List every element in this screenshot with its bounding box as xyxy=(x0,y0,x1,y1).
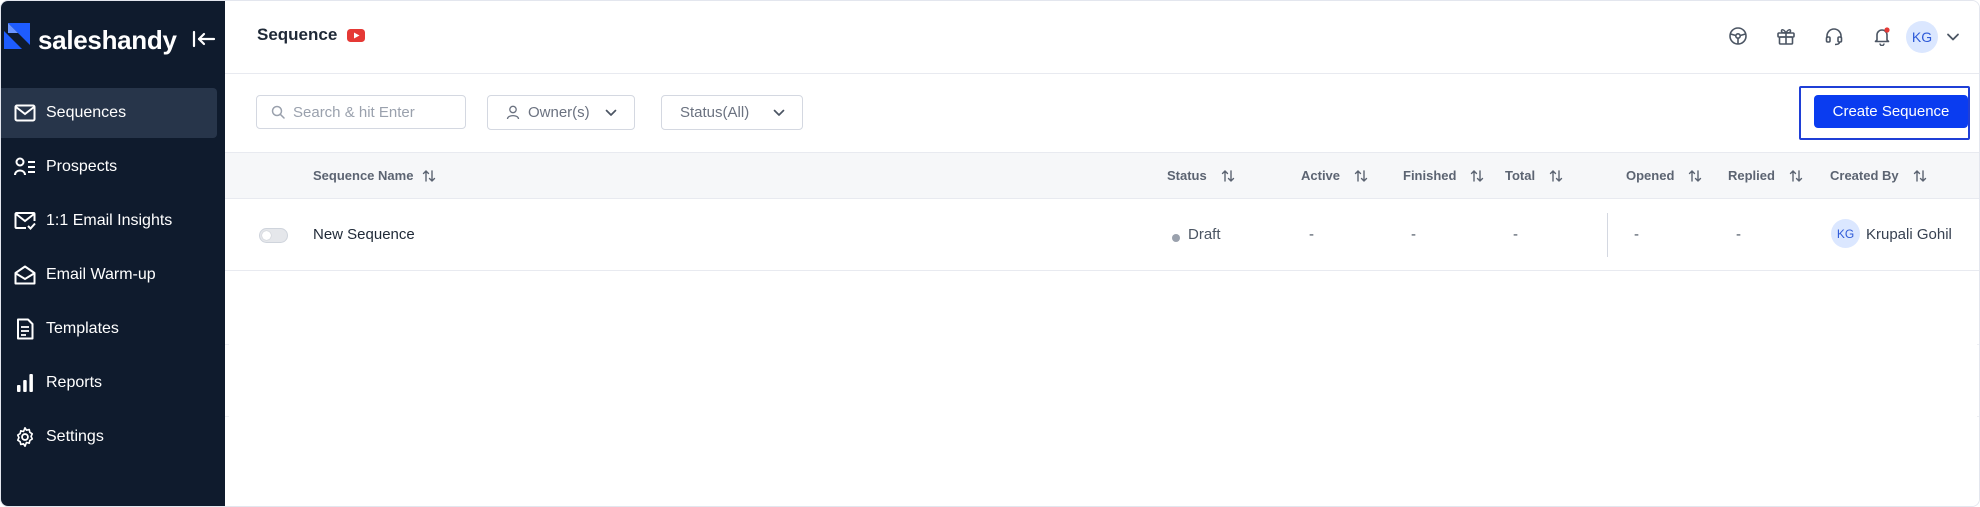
column-divider xyxy=(1607,213,1608,257)
table-header: Sequence Name Status Active Finished Tot… xyxy=(225,152,1979,199)
search-box[interactable] xyxy=(256,95,466,129)
toggle-knob xyxy=(262,231,271,240)
created-by-name: Krupali Gohil xyxy=(1866,226,1952,243)
create-sequence-button[interactable]: Create Sequence xyxy=(1814,95,1968,128)
mail-open-icon xyxy=(13,263,37,287)
mail-icon xyxy=(13,101,37,125)
column-header-replied[interactable]: Replied xyxy=(1728,168,1803,183)
sidebar-item-label: Prospects xyxy=(46,158,118,175)
column-header-active[interactable]: Active xyxy=(1301,168,1368,183)
sort-icon xyxy=(423,169,436,182)
replied-count: - xyxy=(1736,226,1741,243)
sort-icon xyxy=(1789,169,1803,182)
headset-icon[interactable] xyxy=(1821,23,1847,49)
status-filter-dropdown[interactable]: Status(All) xyxy=(661,95,803,130)
chevron-down-icon[interactable] xyxy=(1945,29,1961,45)
chevron-down-icon xyxy=(605,109,617,116)
document-icon xyxy=(13,317,37,341)
youtube-icon[interactable] xyxy=(347,29,365,42)
sidebar-item-label: Reports xyxy=(46,374,103,391)
sidebar-item-label: Templates xyxy=(46,320,119,337)
status-filter-label: Status(All) xyxy=(680,104,750,121)
column-header-label: Status xyxy=(1167,168,1207,183)
column-header-created-by[interactable]: Created By xyxy=(1830,168,1927,183)
active-count: - xyxy=(1309,226,1314,243)
top-bar: Sequence KG xyxy=(225,1,1979,74)
mail-check-icon xyxy=(13,209,37,233)
opened-count: - xyxy=(1634,226,1639,243)
sidebar-item-sequences[interactable]: Sequences xyxy=(1,88,217,138)
column-header-total[interactable]: Total xyxy=(1505,168,1563,183)
sidebar-item-email-warmup[interactable]: Email Warm-up xyxy=(1,250,217,300)
owner-avatar: KG xyxy=(1831,219,1860,248)
owner-filter-label: Owner(s) xyxy=(528,104,590,121)
sidebar-item-label: Settings xyxy=(46,428,104,445)
brand-name: saleshandy xyxy=(38,25,177,55)
filter-bar: Owner(s) Status(All) Create Sequence xyxy=(225,74,1979,152)
search-icon xyxy=(271,105,285,119)
sequence-active-toggle[interactable] xyxy=(259,228,288,243)
app-window: saleshandy Sequences Prospects 1:1 Email… xyxy=(0,0,1980,507)
page-title: Sequence xyxy=(257,25,338,44)
column-header-label: Finished xyxy=(1403,168,1457,183)
total-count: - xyxy=(1513,226,1518,243)
gear-icon xyxy=(13,425,37,449)
column-header-label: Total xyxy=(1505,168,1536,183)
sequence-name[interactable]: New Sequence xyxy=(313,226,415,243)
sort-icon xyxy=(1689,169,1702,182)
brand: saleshandy xyxy=(1,1,225,79)
column-header-sequence-name[interactable]: Sequence Name xyxy=(313,168,436,183)
chevron-down-icon xyxy=(773,109,785,116)
user-icon xyxy=(506,105,520,120)
sort-icon xyxy=(1549,169,1563,182)
column-header-label: Opened xyxy=(1626,168,1675,183)
sort-icon xyxy=(1354,169,1368,182)
collapse-left-icon[interactable] xyxy=(191,27,217,51)
bar-chart-icon xyxy=(13,371,37,395)
divider xyxy=(225,344,229,345)
sidebar-nav: Sequences Prospects 1:1 Email Insights E… xyxy=(1,88,225,466)
sort-icon xyxy=(1471,169,1484,182)
table-row[interactable]: New Sequence Draft - - - - - KG Krupali … xyxy=(225,199,1979,271)
sidebar-item-templates[interactable]: Templates xyxy=(1,304,217,354)
bell-icon[interactable] xyxy=(1869,23,1895,49)
column-header-finished[interactable]: Finished xyxy=(1403,168,1484,183)
user-avatar[interactable]: KG xyxy=(1906,21,1938,53)
main-content: Sequence KG Search & hit Enter Owner(s) … xyxy=(225,1,1979,506)
column-header-opened[interactable]: Opened xyxy=(1626,168,1702,183)
create-sequence-highlight: Create Sequence xyxy=(1799,86,1970,140)
sidebar-item-label: Email Warm-up xyxy=(46,266,156,283)
column-header-label: Active xyxy=(1301,168,1341,183)
sidebar-item-prospects[interactable]: Prospects xyxy=(1,142,217,192)
sequence-status: Draft xyxy=(1188,226,1221,243)
column-header-label: Created By xyxy=(1830,168,1899,183)
sidebar-item-label: 1:1 Email Insights xyxy=(46,212,173,229)
search-input[interactable] xyxy=(293,103,453,121)
sidebar: saleshandy Sequences Prospects 1:1 Email… xyxy=(1,1,225,506)
sidebar-item-reports[interactable]: Reports xyxy=(1,358,217,408)
sort-icon xyxy=(1913,169,1926,182)
prospects-icon xyxy=(13,155,37,179)
steering-wheel-icon[interactable] xyxy=(1725,23,1751,49)
sidebar-item-label: Sequences xyxy=(46,104,127,121)
column-header-label: Sequence Name xyxy=(313,168,414,183)
sidebar-item-settings[interactable]: Settings xyxy=(1,412,217,462)
sidebar-item-email-insights[interactable]: 1:1 Email Insights xyxy=(1,196,217,246)
saleshandy-logo-icon xyxy=(4,23,30,49)
column-header-label: Replied xyxy=(1728,168,1775,183)
finished-count: - xyxy=(1411,226,1416,243)
owner-filter-dropdown[interactable]: Owner(s) xyxy=(487,95,635,130)
sort-icon xyxy=(1221,169,1234,182)
status-dot-icon xyxy=(1172,234,1180,242)
gift-icon[interactable] xyxy=(1773,23,1799,49)
column-header-status[interactable]: Status xyxy=(1167,168,1235,183)
divider xyxy=(225,416,229,417)
